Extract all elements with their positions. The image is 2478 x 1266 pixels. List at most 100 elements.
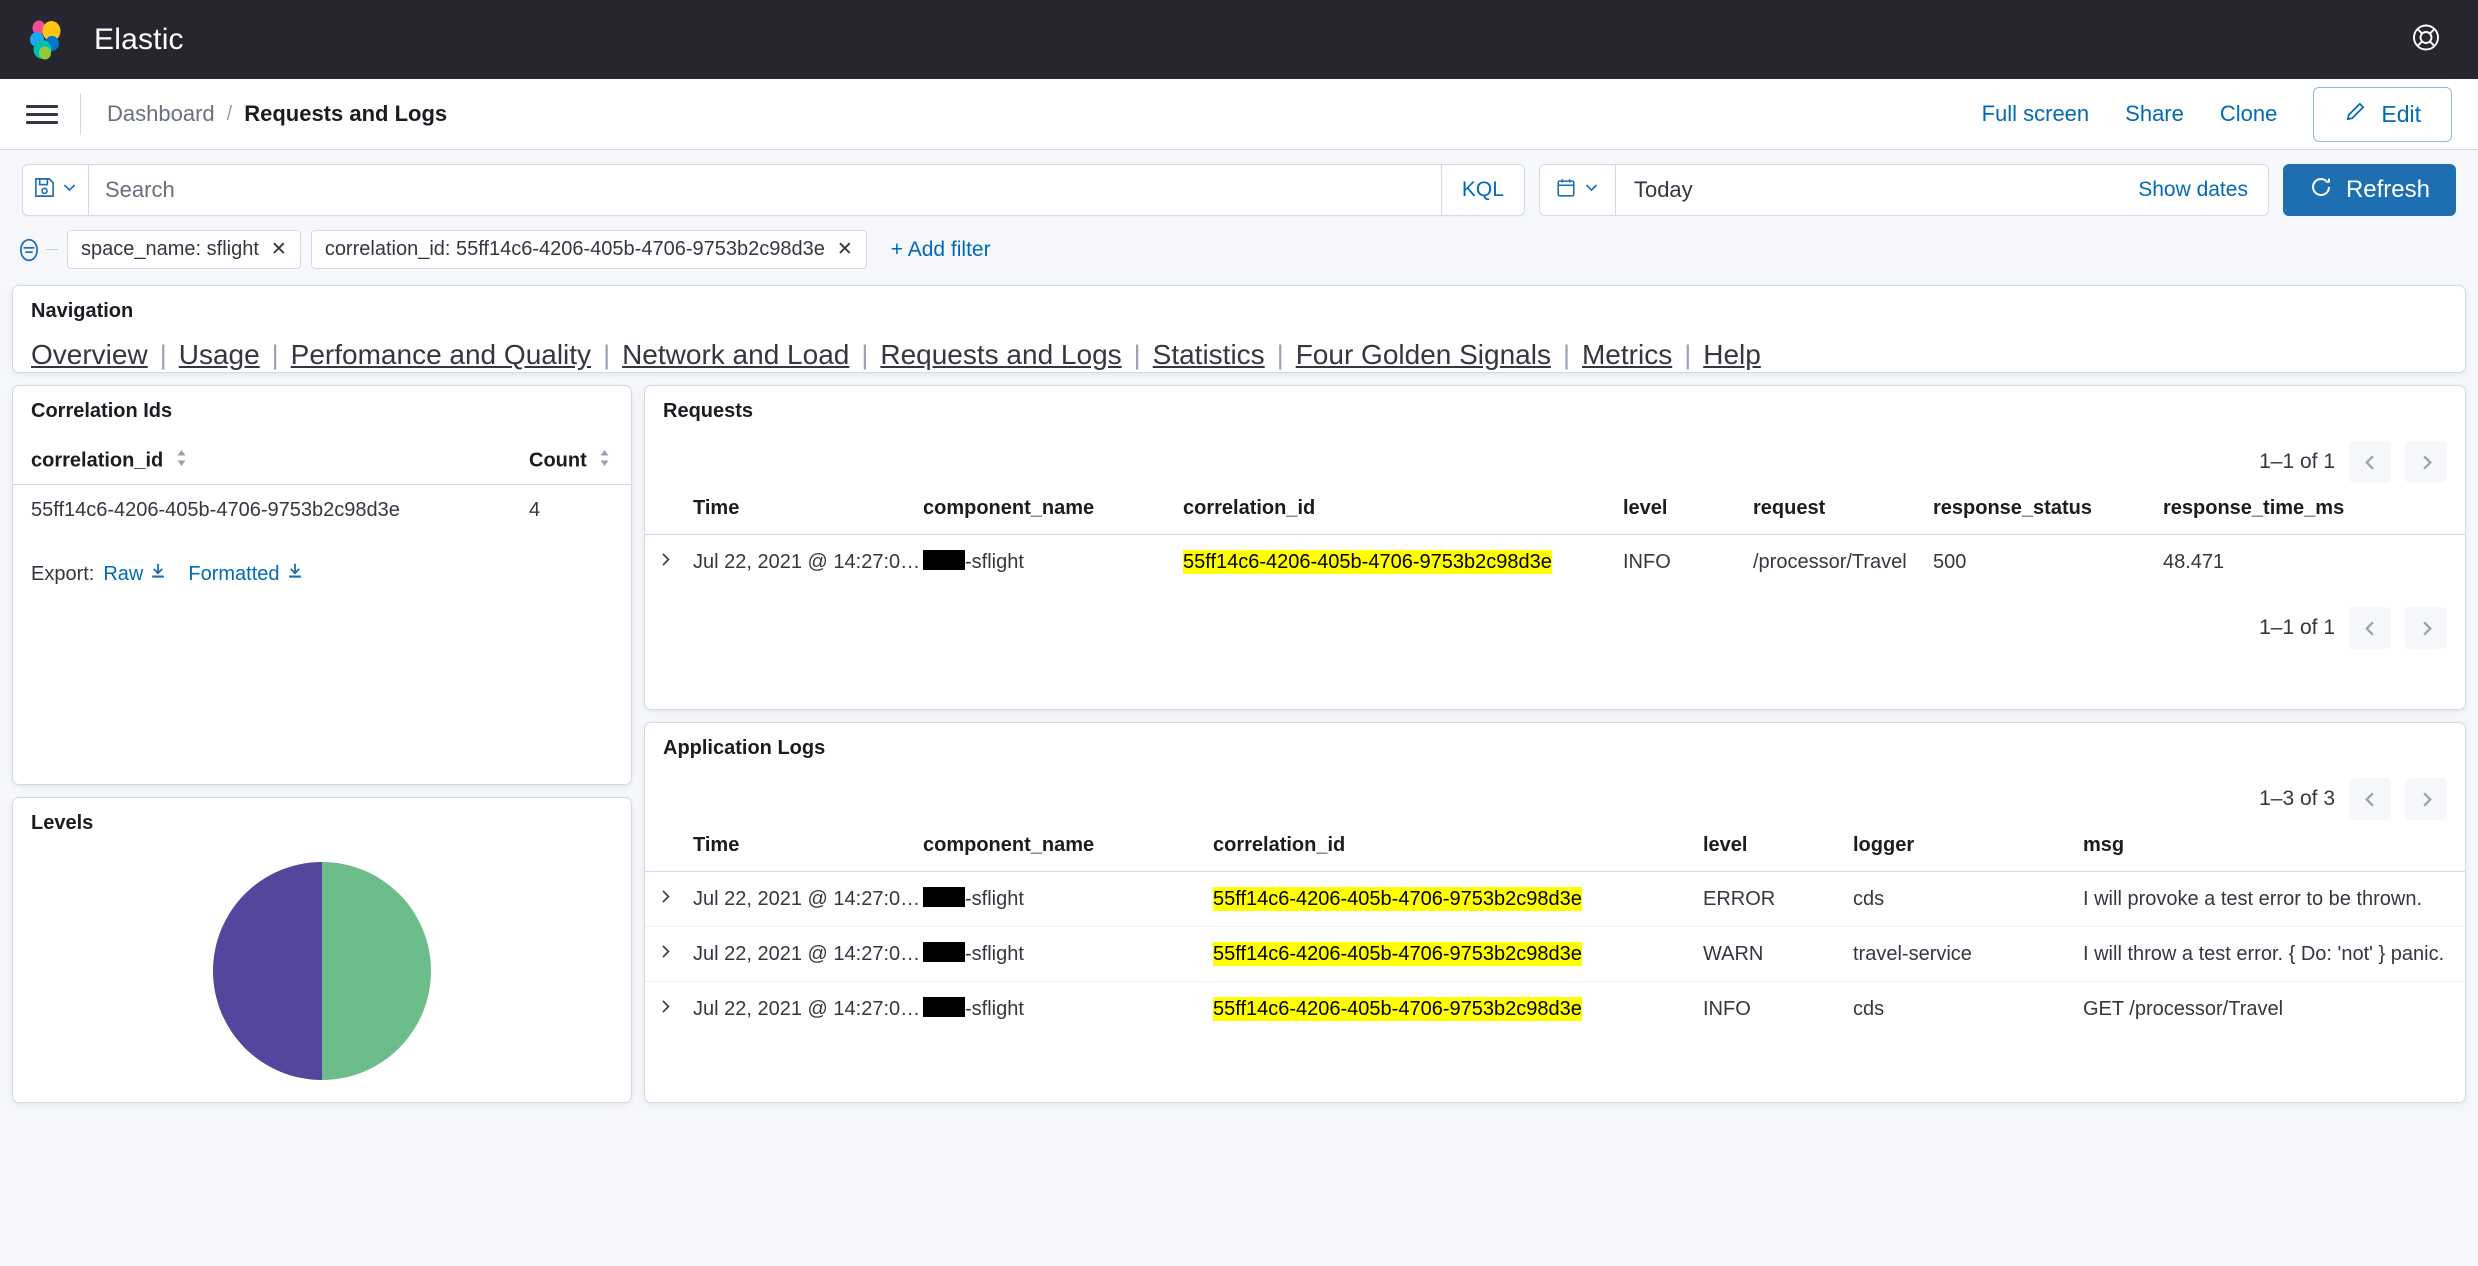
chevron-left-icon[interactable] — [2349, 441, 2391, 483]
filter-connector — [46, 249, 58, 250]
row-expander[interactable] — [645, 982, 693, 1037]
nav-link-network-and-load[interactable]: Network and Load — [622, 339, 849, 371]
chevron-right-icon[interactable] — [2405, 778, 2447, 820]
hamburger-menu-icon[interactable] — [26, 98, 58, 130]
table-row[interactable]: Jul 22, 2021 @ 14:27:06.814 -sflight 55f… — [645, 926, 2465, 982]
export-formatted-link[interactable]: Formatted — [188, 562, 303, 586]
cell-correlation-id: 55ff14c6-4206-405b-4706-9753b2c98d3e — [1213, 926, 1703, 982]
chevron-right-icon[interactable] — [2405, 607, 2447, 649]
nav-link-overview[interactable]: Overview — [31, 339, 148, 371]
column-header-level[interactable]: level — [1623, 483, 1753, 535]
column-header-correlation-id[interactable]: correlation_id — [1183, 483, 1623, 535]
column-header-correlation-id[interactable]: correlation_id — [1213, 820, 1703, 872]
help-ring-icon[interactable] — [2410, 21, 2442, 58]
breadcrumb-dashboard[interactable]: Dashboard — [107, 101, 215, 127]
elastic-logo-icon — [26, 19, 68, 61]
column-header-request[interactable]: request — [1753, 483, 1933, 535]
dashboard-content: Correlation Ids correlation_id Count 55f… — [0, 373, 2478, 1103]
highlighted-correlation-id: 55ff14c6-4206-405b-4706-9753b2c98d3e — [1213, 941, 1582, 966]
brand-area[interactable]: Elastic — [26, 19, 184, 61]
cell-level: INFO — [1703, 997, 1751, 1020]
cell-correlation-id: 55ff14c6-4206-405b-4706-9753b2c98d3e — [1183, 535, 1623, 590]
chevron-right-icon[interactable] — [2405, 441, 2447, 483]
highlighted-correlation-id: 55ff14c6-4206-405b-4706-9753b2c98d3e — [1183, 549, 1552, 574]
component-name-suffix: -sflight — [965, 551, 1024, 573]
redaction-box — [923, 887, 965, 907]
cell-time: Jul 22, 2021 @ 14:27:05.913 — [693, 550, 923, 573]
pie-slices — [213, 862, 431, 1080]
column-header-response-time-ms[interactable]: response_time_ms — [2163, 483, 2465, 535]
save-query-button[interactable] — [23, 165, 89, 215]
column-header-response-status[interactable]: response_status — [1933, 483, 2163, 535]
table-row[interactable]: Jul 22, 2021 @ 14:27:06.820 -sflight 55f… — [645, 871, 2465, 927]
column-header-component-name[interactable]: component_name — [923, 483, 1183, 535]
navigation-links: Overview | Usage | Perfomance and Qualit… — [13, 323, 2465, 371]
kql-language-button[interactable]: KQL — [1440, 165, 1524, 215]
query-row: KQL Today Show dat — [22, 164, 2456, 216]
edit-button-label: Edit — [2381, 100, 2421, 127]
refresh-button[interactable]: Refresh — [2282, 164, 2456, 216]
cell-correlation-id: 55ff14c6-4206-405b-4706-9753b2c98d3e — [31, 499, 400, 521]
table-row[interactable]: 55ff14c6-4206-405b-4706-9753b2c98d3e 4 — [13, 485, 631, 537]
chevron-left-icon[interactable] — [2349, 778, 2391, 820]
full-screen-button[interactable]: Full screen — [1982, 101, 2090, 127]
nav-link-performance-and-quality[interactable]: Perfomance and Quality — [291, 339, 591, 371]
nav-link-statistics[interactable]: Statistics — [1153, 339, 1265, 371]
column-header-time[interactable]: Time — [693, 820, 923, 872]
column-header-logger[interactable]: logger — [1853, 820, 2083, 872]
cell-request: /processor/Travel — [1753, 550, 1907, 573]
sort-arrows-icon[interactable] — [175, 449, 188, 473]
close-icon[interactable]: ✕ — [837, 238, 853, 261]
chevron-right-icon[interactable] — [657, 888, 674, 911]
export-raw-link[interactable]: Raw — [103, 562, 167, 586]
correlation-ids-panel-title: Correlation Ids — [31, 400, 173, 422]
navigation-panel-title: Navigation — [31, 300, 134, 322]
edit-button[interactable]: Edit — [2313, 86, 2452, 142]
row-expander[interactable] — [645, 926, 693, 982]
breadcrumb: Dashboard / Requests and Logs — [107, 101, 447, 127]
refresh-button-label: Refresh — [2345, 176, 2430, 203]
levels-pie-chart[interactable] — [13, 862, 631, 1080]
add-filter-button[interactable]: + Add filter — [891, 238, 991, 262]
application-logs-table: Time component_name correlation_id level… — [645, 820, 2465, 1036]
chevron-left-icon[interactable] — [2349, 607, 2391, 649]
nav-link-requests-and-logs[interactable]: Requests and Logs — [880, 339, 1121, 371]
nav-separator: | — [1133, 339, 1141, 370]
column-header-label: correlation_id — [31, 449, 164, 472]
date-range-value[interactable]: Today — [1616, 165, 2118, 215]
nav-separator: | — [159, 339, 167, 370]
table-row[interactable]: Jul 22, 2021 @ 14:27:06.776 -sflight 55f… — [645, 982, 2465, 1037]
application-logs-pager-label: 1–3 of 3 — [2259, 787, 2335, 810]
download-icon — [149, 562, 167, 586]
nav-link-four-golden-signals[interactable]: Four Golden Signals — [1296, 339, 1551, 371]
nav-link-help[interactable]: Help — [1703, 339, 1761, 371]
sort-arrows-icon[interactable] — [598, 449, 611, 473]
requests-table: Time component_name correlation_id level… — [645, 483, 2465, 589]
table-row[interactable]: Jul 22, 2021 @ 14:27:05.913 -sflight 55f… — [645, 535, 2465, 590]
close-icon[interactable]: ✕ — [271, 238, 287, 261]
filter-bar: space_name: sflight ✕ correlation_id: 55… — [0, 216, 2478, 283]
row-expander[interactable] — [645, 871, 693, 927]
chevron-right-icon[interactable] — [657, 998, 674, 1021]
column-header-msg[interactable]: msg — [2083, 820, 2465, 872]
date-quick-select-button[interactable] — [1540, 165, 1616, 215]
row-expander[interactable] — [645, 535, 693, 590]
chevron-right-icon[interactable] — [657, 943, 674, 966]
nav-link-usage[interactable]: Usage — [179, 339, 260, 371]
column-header-component-name[interactable]: component_name — [923, 820, 1213, 872]
show-dates-button[interactable]: Show dates — [2118, 165, 2268, 215]
filter-settings-icon[interactable] — [12, 237, 46, 263]
filter-pill[interactable]: space_name: sflight ✕ — [67, 230, 301, 269]
chevron-down-icon — [61, 179, 78, 201]
filter-pill[interactable]: correlation_id: 55ff14c6-4206-405b-4706-… — [310, 230, 867, 269]
chevron-right-icon[interactable] — [657, 551, 674, 574]
nav-link-metrics[interactable]: Metrics — [1582, 339, 1672, 371]
redaction-box — [923, 997, 965, 1017]
search-input[interactable] — [105, 177, 1425, 203]
clone-button[interactable]: Clone — [2220, 101, 2277, 127]
column-header-count[interactable]: Count — [511, 449, 631, 485]
column-header-correlation-id[interactable]: correlation_id — [13, 449, 511, 485]
column-header-level[interactable]: level — [1703, 820, 1853, 872]
column-header-time[interactable]: Time — [693, 483, 923, 535]
share-button[interactable]: Share — [2125, 101, 2184, 127]
